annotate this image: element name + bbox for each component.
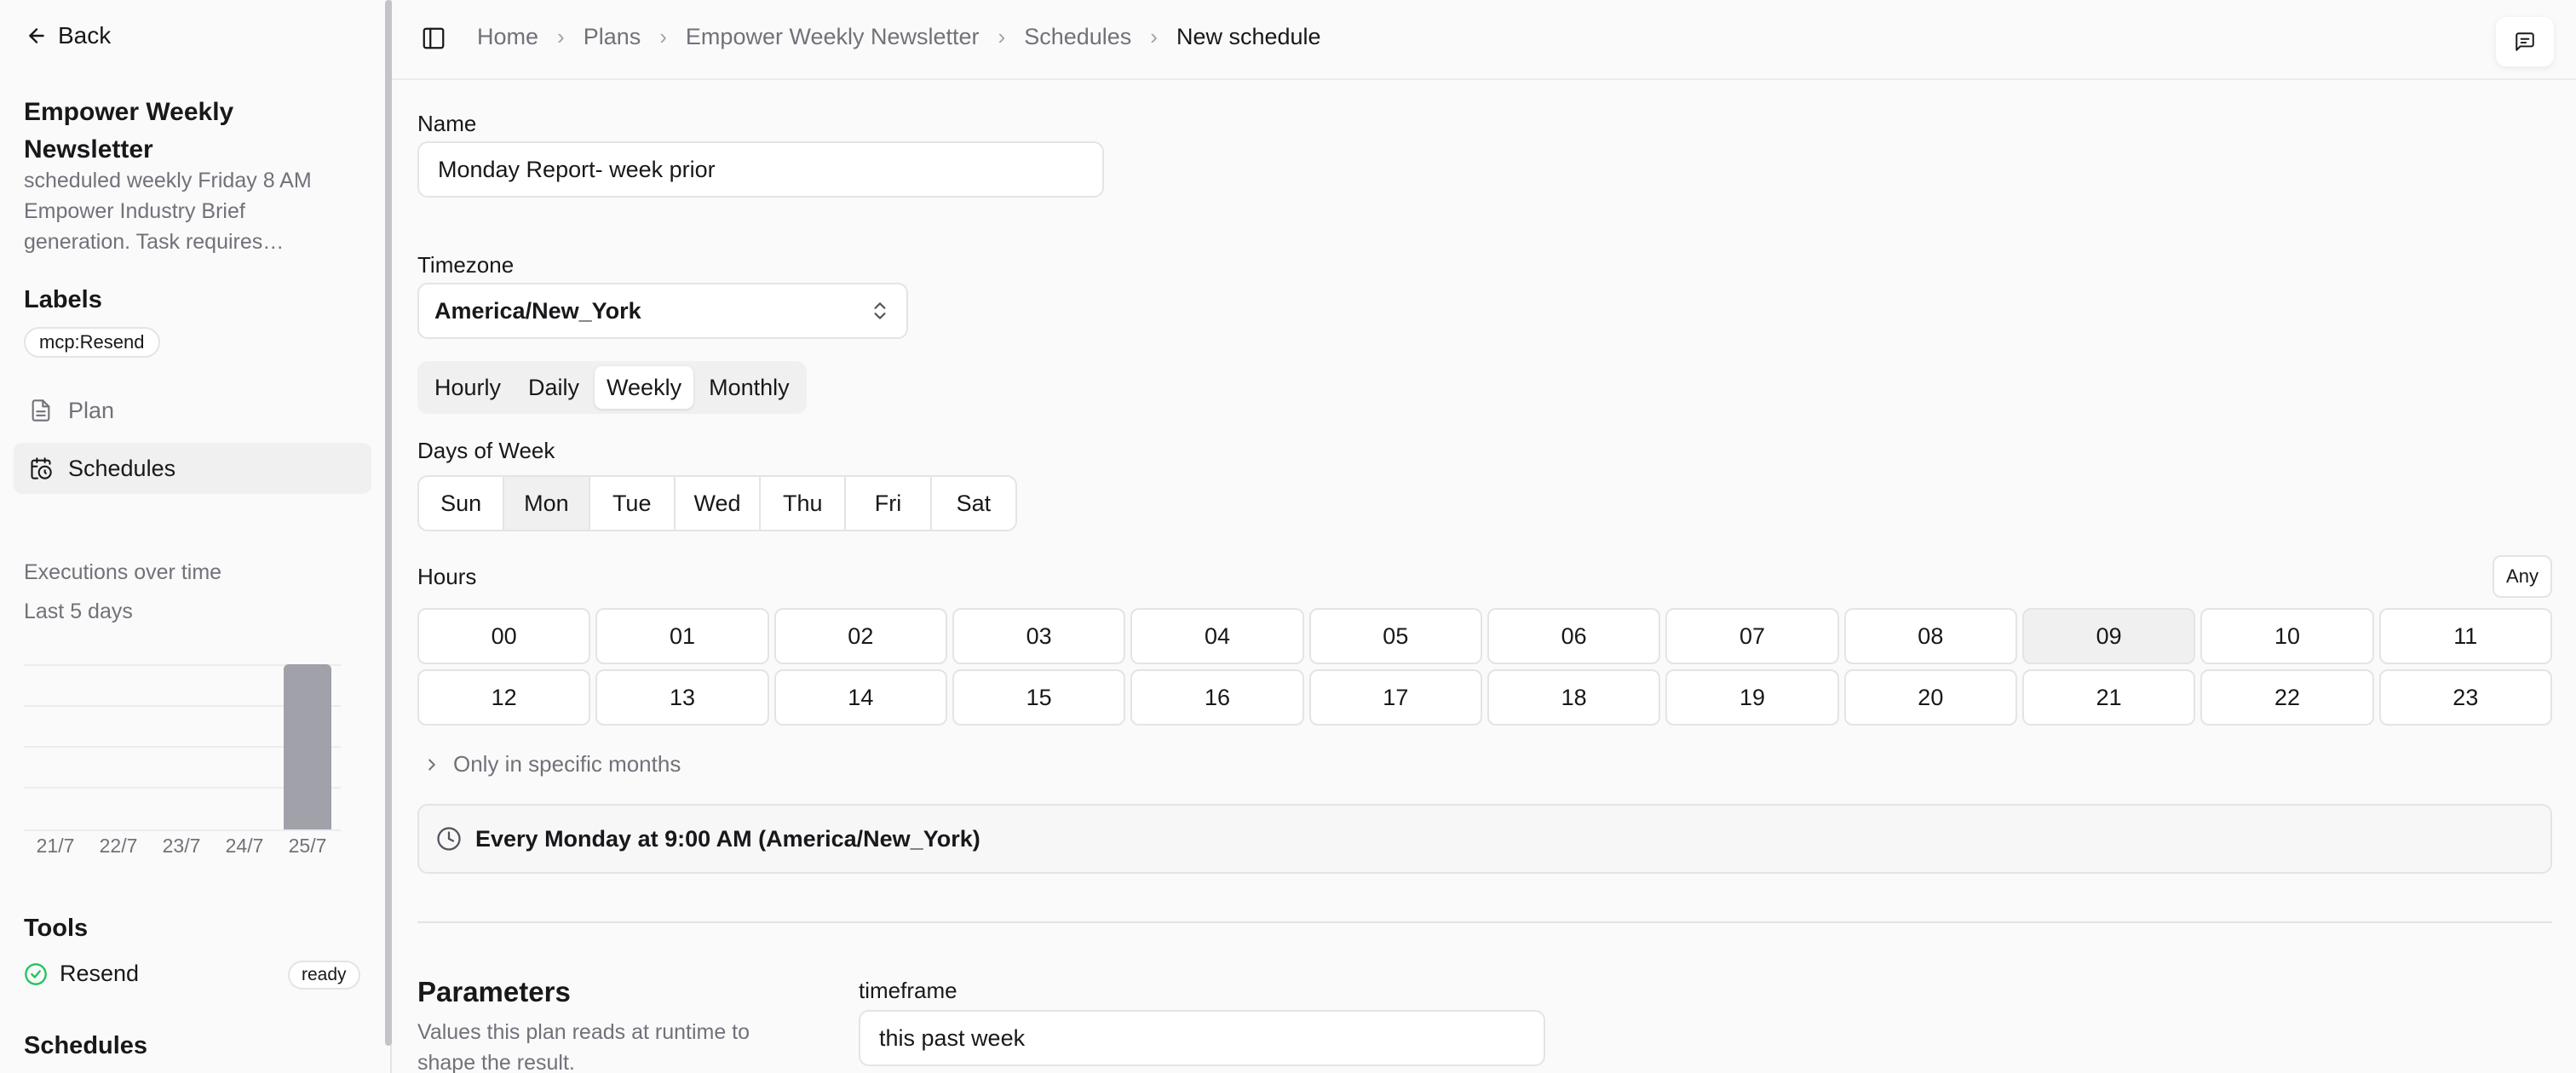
hours-grid: 00 01 02 03 04 05 06 07 08 09 10 11 12 13 14 15 16 17 18 19…: [417, 608, 2552, 726]
day-wed[interactable]: Wed: [676, 477, 762, 530]
day-sun[interactable]: Sun: [419, 477, 505, 530]
timezone-value: America/New_York: [434, 298, 641, 324]
day-tue[interactable]: Tue: [590, 477, 676, 530]
check-circle-icon: [25, 962, 47, 985]
hour-21[interactable]: 21: [2021, 669, 2196, 726]
tool-item: Resend: [24, 961, 139, 987]
hour-07[interactable]: 07: [1665, 608, 1839, 664]
chevron-right-icon: ›: [659, 24, 667, 49]
hour-06[interactable]: 06: [1486, 608, 1661, 664]
executions-chart: 21/7 22/7 23/7 24/7 25/7: [0, 0, 392, 903]
hour-19[interactable]: 19: [1665, 669, 1839, 726]
breadcrumb-plans[interactable]: Plans: [584, 24, 641, 50]
chart-x-tick: 25/7: [288, 835, 327, 857]
hours-label: Hours: [417, 564, 477, 589]
hour-04[interactable]: 04: [1130, 608, 1304, 664]
hour-10[interactable]: 10: [2200, 608, 2374, 664]
hour-22[interactable]: 22: [2200, 669, 2374, 726]
frequency-tabs: Hourly Daily Weekly Monthly: [417, 361, 807, 414]
clock-icon: [437, 827, 461, 851]
days-label: Days of Week: [417, 438, 555, 463]
divider: [417, 921, 2552, 923]
name-input[interactable]: Monday Report- week prior: [417, 141, 1104, 198]
summary-text: Every Monday at 9:00 AM (America/New_Yor…: [475, 825, 980, 852]
hour-01[interactable]: 01: [595, 608, 769, 664]
months-toggle-label: Only in specific months: [453, 751, 681, 777]
tab-monthly[interactable]: Monthly: [697, 366, 802, 409]
any-hour-button[interactable]: Any: [2493, 555, 2552, 598]
tool-name: Resend: [60, 961, 140, 986]
hour-03[interactable]: 03: [952, 608, 1126, 664]
hour-08[interactable]: 08: [1843, 608, 2017, 664]
tab-daily[interactable]: Daily: [516, 366, 591, 409]
hour-02[interactable]: 02: [773, 608, 947, 664]
hour-23[interactable]: 23: [2378, 669, 2552, 726]
timezone-select[interactable]: America/New_York: [417, 283, 908, 339]
hour-05[interactable]: 05: [1308, 608, 1482, 664]
tools-heading: Tools: [24, 915, 89, 942]
chart-bar: [284, 664, 331, 829]
param-timeframe-label: timeframe: [859, 978, 957, 1003]
schedules-heading: Schedules: [24, 1032, 148, 1059]
tab-weekly[interactable]: Weekly: [595, 366, 694, 409]
status-badge: ready: [288, 961, 360, 990]
feedback-button[interactable]: [2496, 17, 2554, 66]
param-timeframe-input[interactable]: this past week: [859, 1010, 1545, 1066]
hour-00[interactable]: 00: [417, 608, 591, 664]
day-sat[interactable]: Sat: [932, 477, 1015, 530]
breadcrumb-plan[interactable]: Empower Weekly Newsletter: [686, 24, 980, 50]
hour-11[interactable]: 11: [2378, 608, 2552, 664]
chart-x-tick: 22/7: [99, 835, 138, 857]
chevron-right-icon: ›: [1150, 24, 1158, 49]
chevrons-up-down-icon: [874, 302, 886, 319]
name-label: Name: [417, 111, 477, 136]
top-bar: Home › Plans › Empower Weekly Newsletter…: [392, 0, 2576, 80]
hour-15[interactable]: 15: [952, 669, 1126, 726]
schedule-summary: Every Monday at 9:00 AM (America/New_Yor…: [417, 804, 2552, 874]
hour-17[interactable]: 17: [1308, 669, 1482, 726]
chevron-right-icon: ›: [998, 24, 1006, 49]
hour-18[interactable]: 18: [1486, 669, 1661, 726]
chart-x-tick: 23/7: [162, 835, 201, 857]
chart-x-tick: 21/7: [36, 835, 75, 857]
hour-20[interactable]: 20: [1843, 669, 2017, 726]
days-of-week: Sun Mon Tue Wed Thu Fri Sat: [417, 475, 1017, 531]
breadcrumb-home[interactable]: Home: [477, 24, 538, 50]
breadcrumb-schedules[interactable]: Schedules: [1024, 24, 1131, 50]
hour-09[interactable]: 09: [2021, 608, 2196, 664]
sidebar-scrollbar[interactable]: [385, 0, 392, 1046]
hour-13[interactable]: 13: [595, 669, 769, 726]
day-fri[interactable]: Fri: [846, 477, 932, 530]
breadcrumb-current: New schedule: [1176, 24, 1321, 49]
parameters-description: Values this plan reads at runtime to sha…: [417, 1020, 750, 1073]
chevron-right-icon: [428, 758, 435, 771]
hour-14[interactable]: 14: [773, 669, 947, 726]
chart-x-tick: 24/7: [225, 835, 264, 857]
chart-gridline: [24, 829, 341, 831]
months-toggle[interactable]: Only in specific months: [423, 751, 681, 777]
sidebar: Back Empower Weekly Newsletter scheduled…: [0, 0, 392, 1073]
timezone-label: Timezone: [417, 252, 515, 278]
message-icon: [2516, 32, 2534, 51]
hour-16[interactable]: 16: [1130, 669, 1304, 726]
hour-12[interactable]: 12: [417, 669, 591, 726]
parameters-heading: Parameters: [417, 976, 571, 1007]
day-thu[interactable]: Thu: [761, 477, 847, 530]
tab-hourly[interactable]: Hourly: [423, 366, 513, 409]
day-mon[interactable]: Mon: [504, 477, 590, 530]
breadcrumb: Home › Plans › Empower Weekly Newsletter…: [477, 24, 1321, 50]
chevron-right-icon: ›: [557, 24, 565, 49]
sidebar-toggle-icon: [423, 27, 445, 49]
sidebar-toggle-button[interactable]: [421, 26, 446, 55]
